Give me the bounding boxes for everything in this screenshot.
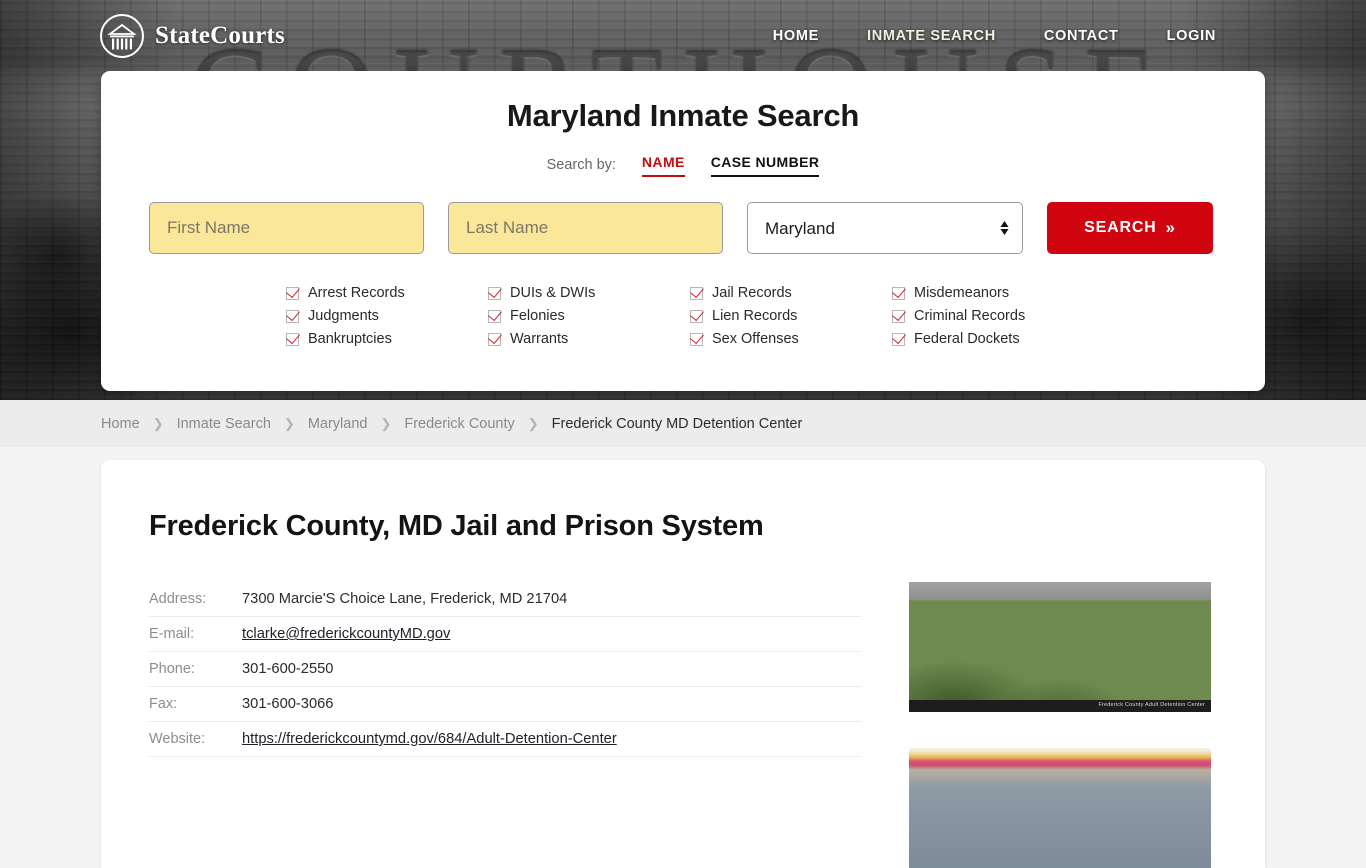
record-type-label: Bankruptcies (308, 331, 392, 347)
page-title: Frederick County, MD Jail and Prison Sys… (149, 510, 764, 542)
breadcrumb: Home ❯ Inmate Search ❯ Maryland ❯ Freder… (0, 400, 1366, 447)
row-value-email-link[interactable]: tclarke@frederickcountyMD.gov (242, 626, 450, 642)
row-value-address: 7300 Marcie'S Choice Lane, Frederick, MD… (242, 591, 568, 607)
last-name-input[interactable] (448, 202, 723, 254)
record-type-item[interactable]: Federal Dockets (892, 331, 1094, 347)
record-type-item[interactable]: Jail Records (690, 285, 892, 301)
site-header: StateCourts HOME INMATE SEARCH CONTACT L… (0, 0, 1366, 72)
courthouse-circle-icon (100, 14, 144, 58)
record-type-item[interactable]: Criminal Records (892, 308, 1094, 324)
nav-item-inmate-search[interactable]: INMATE SEARCH (867, 28, 996, 44)
breadcrumb-item-inmate-search[interactable]: Inmate Search (177, 416, 271, 432)
record-type-label: Lien Records (712, 308, 798, 324)
record-type-checklist: Arrest Records DUIs & DWIs Jail Records … (101, 285, 1265, 347)
record-type-item[interactable]: DUIs & DWIs (488, 285, 690, 301)
chevron-right-icon: ❯ (380, 415, 392, 431)
checkbox-checked-icon[interactable] (488, 332, 501, 346)
double-chevron-right-icon: » (1165, 218, 1176, 237)
record-type-item[interactable]: Warrants (488, 331, 690, 347)
first-name-input[interactable] (149, 202, 424, 254)
row-label: Website: (149, 731, 206, 747)
row-value-phone: 301-600-2550 (242, 661, 334, 677)
table-row: Website: https://frederickcountymd.gov/6… (149, 722, 861, 757)
main-navigation: HOME INMATE SEARCH CONTACT LOGIN (773, 28, 1216, 44)
record-type-label: Arrest Records (308, 285, 405, 301)
facility-info-table: Address: 7300 Marcie'S Choice Lane, Fred… (149, 582, 861, 868)
facility-aerial-photo: Frederick County Adult Detention Center (909, 582, 1211, 712)
parking-lot-strip (909, 582, 1211, 600)
nav-item-contact[interactable]: CONTACT (1044, 28, 1119, 44)
row-value-fax: 301-600-3066 (242, 696, 334, 712)
facility-secondary-photo (909, 748, 1211, 868)
checkbox-checked-icon[interactable] (690, 286, 703, 300)
record-type-item[interactable]: Lien Records (690, 308, 892, 324)
search-by-tabs: Search by: NAME CASE NUMBER (101, 154, 1265, 177)
search-button-label: SEARCH (1084, 219, 1157, 236)
record-type-label: Sex Offenses (712, 331, 799, 347)
row-label: Fax: (149, 696, 178, 712)
search-form: Maryland SEARCH » (101, 202, 1265, 254)
record-type-label: Felonies (510, 308, 565, 324)
record-type-item[interactable]: Bankruptcies (286, 331, 488, 347)
checkbox-checked-icon[interactable] (286, 309, 299, 323)
facility-body: Address: 7300 Marcie'S Choice Lane, Fred… (101, 543, 1265, 868)
checkbox-checked-icon[interactable] (488, 309, 501, 323)
search-by-label: Search by: (546, 157, 616, 173)
record-type-item[interactable]: Sex Offenses (690, 331, 892, 347)
inmate-search-panel: Maryland Inmate Search Search by: NAME C… (101, 71, 1265, 391)
hero-banner: COURTHOUSE StateCourts HOME INMATE SEARC… (0, 0, 1366, 400)
record-type-label: Misdemeanors (914, 285, 1010, 301)
record-type-item[interactable]: Judgments (286, 308, 488, 324)
row-label: E-mail: (149, 626, 195, 642)
breadcrumb-item-frederick-county[interactable]: Frederick County (404, 416, 514, 432)
chevron-right-icon: ❯ (152, 415, 164, 431)
checkbox-checked-icon[interactable] (690, 309, 703, 323)
checkbox-checked-icon[interactable] (892, 309, 905, 323)
search-button[interactable]: SEARCH » (1047, 202, 1213, 254)
row-value-website-link[interactable]: https://frederickcountymd.gov/684/Adult-… (242, 731, 617, 747)
facility-photo-caption: Frederick County Adult Detention Center (909, 700, 1211, 712)
tab-search-by-name[interactable]: NAME (641, 154, 685, 177)
chevron-right-icon: ❯ (283, 415, 295, 431)
table-row: Address: 7300 Marcie'S Choice Lane, Fred… (149, 582, 861, 617)
record-type-label: Federal Dockets (914, 331, 1020, 347)
table-row: Phone: 301-600-2550 (149, 652, 861, 687)
brand-logo[interactable]: StateCourts (100, 14, 285, 58)
record-type-item[interactable]: Arrest Records (286, 285, 488, 301)
checkbox-checked-icon[interactable] (286, 332, 299, 346)
checkbox-checked-icon[interactable] (690, 332, 703, 346)
table-row: E-mail: tclarke@frederickcountyMD.gov (149, 617, 861, 652)
record-type-label: Jail Records (712, 285, 792, 301)
breadcrumb-item-current: Frederick County MD Detention Center (551, 415, 803, 432)
record-type-item[interactable]: Misdemeanors (892, 285, 1094, 301)
brand-name: StateCourts (155, 22, 285, 49)
facility-detail-card: Frederick County, MD Jail and Prison Sys… (101, 460, 1265, 868)
checkbox-checked-icon[interactable] (892, 332, 905, 346)
record-type-item[interactable]: Felonies (488, 308, 690, 324)
row-label: Phone: (149, 661, 195, 677)
record-type-label: Judgments (308, 308, 379, 324)
tab-search-by-case-number[interactable]: CASE NUMBER (710, 154, 820, 177)
nav-item-login[interactable]: LOGIN (1167, 28, 1216, 44)
breadcrumb-item-home[interactable]: Home (101, 416, 140, 432)
row-label: Address: (149, 591, 207, 607)
search-panel-title: Maryland Inmate Search (506, 98, 860, 133)
state-select[interactable]: Maryland (747, 202, 1023, 254)
checkbox-checked-icon[interactable] (892, 286, 905, 300)
record-type-label: Warrants (510, 331, 569, 347)
checkbox-checked-icon[interactable] (488, 286, 501, 300)
table-row: Fax: 301-600-3066 (149, 687, 861, 722)
nav-item-home[interactable]: HOME (773, 28, 819, 44)
record-type-label: DUIs & DWIs (510, 285, 596, 301)
checkbox-checked-icon[interactable] (286, 286, 299, 300)
facility-images: Frederick County Adult Detention Center (909, 582, 1211, 868)
state-select-wrapper: Maryland (747, 202, 1023, 254)
record-type-label: Criminal Records (914, 308, 1026, 324)
breadcrumb-item-maryland[interactable]: Maryland (308, 416, 368, 432)
chevron-right-icon: ❯ (527, 415, 539, 431)
